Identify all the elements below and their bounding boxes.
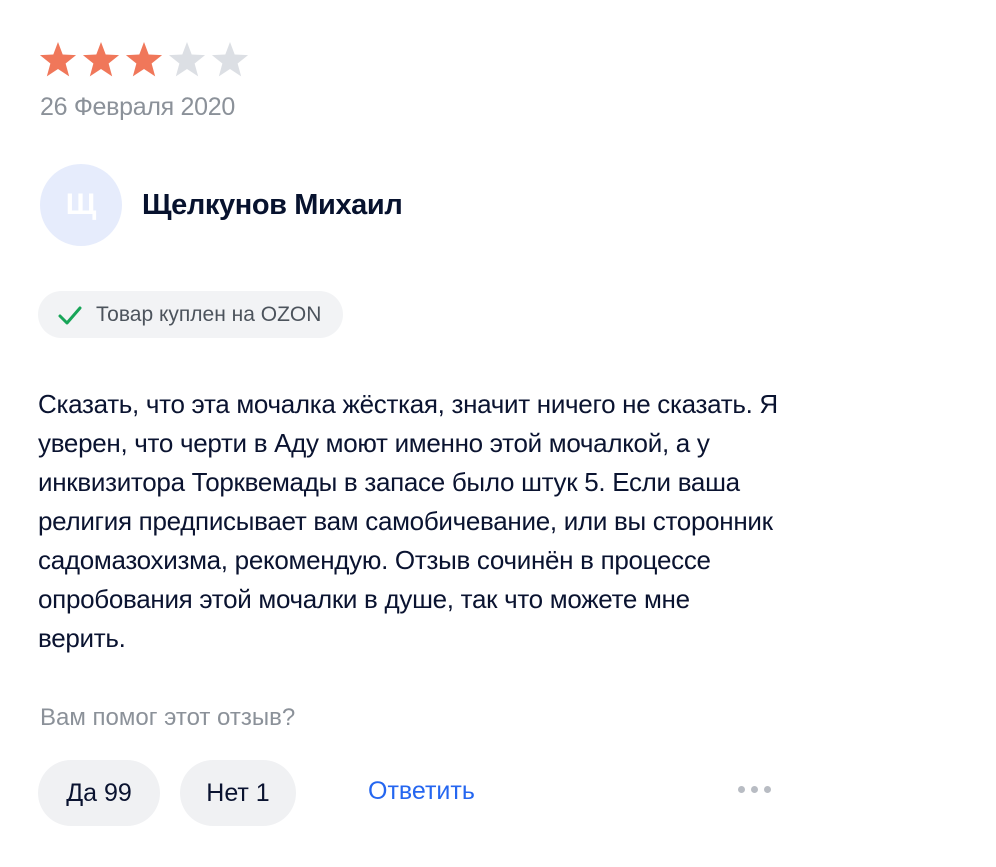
more-dot <box>738 786 745 793</box>
reply-link[interactable]: Ответить <box>368 777 475 806</box>
author-name[interactable]: Щелкунов Михаил <box>142 189 403 222</box>
star-empty-icon <box>211 42 249 77</box>
star-empty-icon <box>168 42 206 77</box>
avatar[interactable]: Щ <box>40 164 122 246</box>
helpful-prompt: Вам помог этот отзыв? <box>40 704 296 731</box>
review-author: Щ Щелкунов Михаил <box>40 164 403 246</box>
more-dots-icon[interactable] <box>738 786 771 793</box>
star-filled-icon <box>125 42 163 77</box>
avatar-initial: Щ <box>65 188 97 221</box>
vote-yes-label: Да 99 <box>66 778 132 807</box>
check-icon <box>58 306 82 324</box>
more-dot <box>751 786 758 793</box>
vote-no-label: Нет 1 <box>206 778 270 807</box>
vote-no-button[interactable]: Нет 1 <box>180 760 296 826</box>
purchased-badge: Товар куплен на OZON <box>38 291 344 338</box>
star-filled-icon <box>82 42 120 77</box>
review-card: 26 Февраля 2020 Щ Щелкунов Михаил Товар … <box>0 0 996 867</box>
review-text: Сказать, что эта мочалка жёсткая, значит… <box>38 389 778 653</box>
rating-stars <box>38 40 250 80</box>
purchased-badge-label: Товар куплен на OZON <box>96 302 322 326</box>
more-dot <box>764 786 771 793</box>
review-actions: Да 99 Нет 1 Ответить <box>38 760 798 826</box>
vote-yes-button[interactable]: Да 99 <box>38 760 160 826</box>
star-filled-icon <box>39 42 77 77</box>
review-date: 26 Февраля 2020 <box>40 93 235 121</box>
